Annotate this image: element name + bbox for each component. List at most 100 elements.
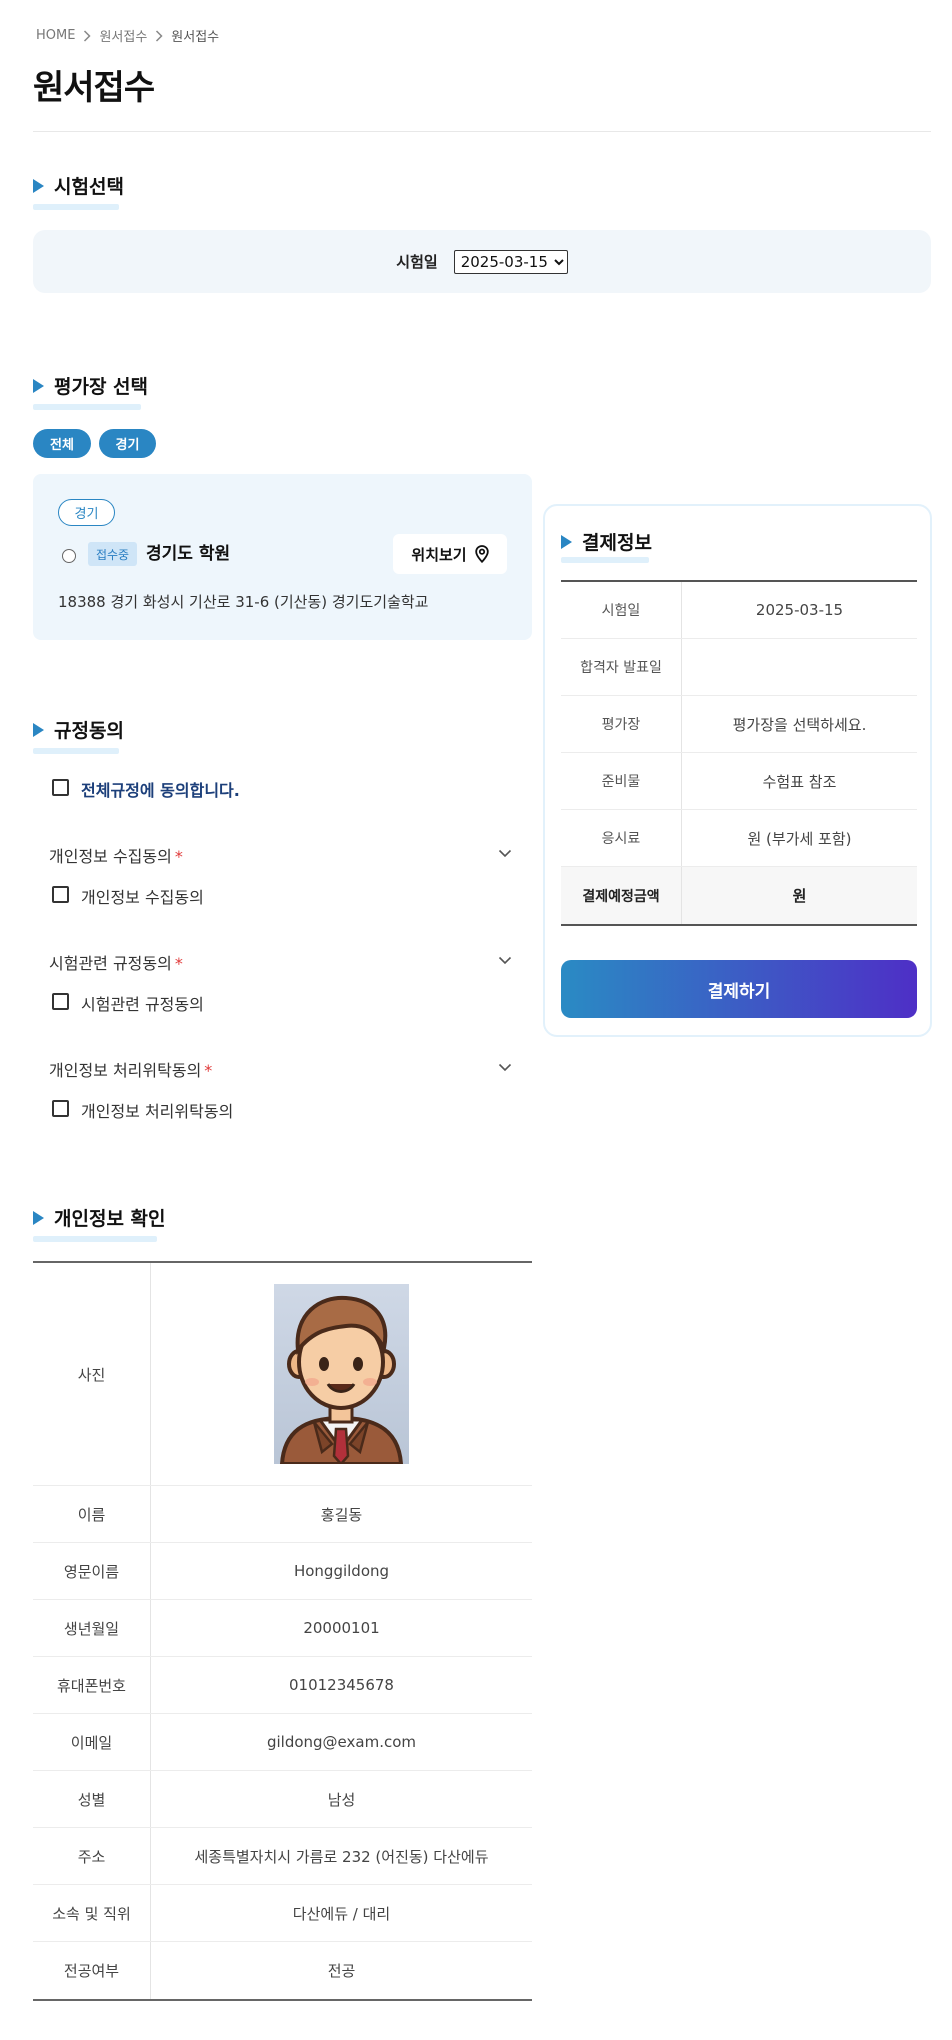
section-underline <box>33 748 119 754</box>
agreement-heading-text: 시험관련 규정동의 <box>49 954 172 973</box>
row-label: 성별 <box>33 1771 151 1827</box>
row-value: 남성 <box>327 1790 356 1809</box>
row-label: 준비물 <box>561 753 682 809</box>
filter-all-button[interactable]: 전체 <box>33 429 91 458</box>
section-title-text: 결제정보 <box>582 532 652 554</box>
triangle-icon <box>33 1210 44 1225</box>
section-underline <box>33 204 119 210</box>
table-row-total: 결제예정금액 원 <box>561 867 917 924</box>
table-row: 영문이름 Honggildong <box>33 1543 532 1600</box>
table-row: 소속 및 직위 다산에듀 / 대리 <box>33 1885 532 1942</box>
table-row: 이메일 gildong@exam.com <box>33 1714 532 1771</box>
row-label: 이름 <box>33 1486 151 1542</box>
agree-all-checkbox[interactable] <box>52 779 69 796</box>
row-value: 20000101 <box>303 1619 380 1637</box>
filter-gyeonggi-button[interactable]: 경기 <box>99 429 156 458</box>
breadcrumb-current: 원서접수 <box>171 30 220 45</box>
row-label: 응시료 <box>561 810 682 866</box>
breadcrumb-level1[interactable]: 원서접수 <box>99 26 147 45</box>
chevron-down-icon[interactable] <box>498 846 512 860</box>
row-label: 이메일 <box>33 1714 151 1770</box>
table-row: 주소 세종특별자치시 가름로 232 (어진동) 다산에듀 <box>33 1828 532 1885</box>
avatar <box>279 1295 404 1464</box>
table-row: 이름 홍길동 <box>33 1486 532 1543</box>
table-row: 휴대폰번호 01012345678 <box>33 1657 532 1714</box>
pay-button[interactable]: 결제하기 <box>561 960 917 1018</box>
section-title-agreement: 규정동의 <box>33 716 124 743</box>
required-mark: * <box>174 954 183 973</box>
exam-select-box: 시험일 2025-03-15 <box>33 230 931 293</box>
breadcrumb-home[interactable]: HOME <box>36 28 75 43</box>
photo-cell <box>151 1263 532 1485</box>
section-title-text: 규정동의 <box>54 720 124 742</box>
section-title-text: 개인정보 확인 <box>54 1208 166 1230</box>
row-label: 생년월일 <box>33 1600 151 1656</box>
section-title-venue: 평가장 선택 <box>33 372 148 399</box>
exam-rules-checkbox[interactable] <box>52 993 69 1010</box>
row-value: 수험표 참조 <box>762 772 837 791</box>
row-value: 원 <box>792 887 807 905</box>
breadcrumb: HOME 원서접수 원서접수 <box>36 26 219 45</box>
row-label: 사진 <box>33 1263 151 1485</box>
row-value: 평가장을 선택하세요. <box>732 715 867 734</box>
table-row: 준비물 수험표 참조 <box>561 753 917 810</box>
row-value: Honggildong <box>293 1562 390 1580</box>
privacy-checkbox-label[interactable]: 개인정보 수집동의 <box>81 884 204 908</box>
required-mark: * <box>174 847 183 866</box>
row-value: 다산에듀 / 대리 <box>292 1904 391 1923</box>
section-title-exam: 시험선택 <box>33 172 124 199</box>
consignment-checkbox[interactable] <box>52 1100 69 1117</box>
section-title-payment: 결제정보 <box>561 528 652 555</box>
agreement-heading-text: 개인정보 처리위탁동의 <box>49 1061 202 1080</box>
personal-info-table: 사진 이름 홍길동 영문이름 Honggildong 생년월일 20000101… <box>33 1261 532 2001</box>
section-underline <box>33 1236 157 1242</box>
venue-region-tag: 경기 <box>58 499 115 526</box>
row-label: 주소 <box>33 1828 151 1884</box>
table-row: 생년월일 20000101 <box>33 1600 532 1657</box>
chevron-right-icon <box>156 29 163 42</box>
row-value: 원 (부가세 포함) <box>747 829 852 848</box>
chevron-down-icon[interactable] <box>498 1060 512 1074</box>
table-row: 합격자 발표일 <box>561 639 917 696</box>
payment-panel: 결제정보 시험일 2025-03-15 합격자 발표일 평가장 평가장을 선택하… <box>543 504 932 1037</box>
row-label: 휴대폰번호 <box>33 1657 151 1713</box>
privacy-checkbox[interactable] <box>52 886 69 903</box>
agreement-heading-consignment[interactable]: 개인정보 처리위탁동의 * <box>49 1057 212 1081</box>
map-pin-icon <box>474 545 489 563</box>
venue-name[interactable]: 경기도 학원 <box>146 542 230 566</box>
row-value: 2025-03-15 <box>755 601 844 619</box>
row-value: 전공 <box>327 1962 356 1980</box>
table-row: 사진 <box>33 1263 532 1486</box>
row-label: 소속 및 직위 <box>33 1885 151 1941</box>
table-row: 응시료 원 (부가세 포함) <box>561 810 917 867</box>
exam-date-select[interactable]: 2025-03-15 <box>453 249 568 274</box>
venue-card: 경기 접수중 경기도 학원 위치보기 18388 경기 화성시 기산로 31-6… <box>33 474 532 640</box>
section-title-text: 시험선택 <box>54 176 124 198</box>
chevron-down-icon[interactable] <box>498 953 512 967</box>
section-underline <box>33 404 141 410</box>
title-divider <box>33 131 931 132</box>
row-value: 홍길동 <box>320 1505 363 1524</box>
status-badge: 접수중 <box>88 542 137 566</box>
row-label: 결제예정금액 <box>561 867 682 924</box>
location-button[interactable]: 위치보기 <box>393 534 507 574</box>
agreement-heading-text: 개인정보 수집동의 <box>49 847 172 866</box>
triangle-icon <box>33 722 44 737</box>
row-label: 시험일 <box>561 582 682 638</box>
row-label: 영문이름 <box>33 1543 151 1599</box>
agree-all-label[interactable]: 전체규정에 동의합니다. <box>81 777 240 801</box>
payment-table: 시험일 2025-03-15 합격자 발표일 평가장 평가장을 선택하세요. 준… <box>561 580 917 926</box>
triangle-icon <box>33 378 44 393</box>
page-title: 원서접수 <box>33 68 155 108</box>
section-title-text: 평가장 선택 <box>54 376 149 398</box>
chevron-right-icon <box>84 29 92 42</box>
row-value <box>682 639 917 695</box>
row-value: 01012345678 <box>289 1676 394 1694</box>
row-value: 세종특별자치시 가름로 232 (어진동) 다산에듀 <box>194 1847 489 1866</box>
agreement-heading-privacy[interactable]: 개인정보 수집동의 * <box>49 843 183 867</box>
exam-rules-checkbox-label[interactable]: 시험관련 규정동의 <box>81 991 204 1015</box>
consignment-checkbox-label[interactable]: 개인정보 처리위탁동의 <box>81 1098 233 1122</box>
agreement-heading-exam[interactable]: 시험관련 규정동의 * <box>49 950 183 974</box>
row-label: 평가장 <box>561 696 682 752</box>
venue-radio[interactable] <box>62 549 76 563</box>
